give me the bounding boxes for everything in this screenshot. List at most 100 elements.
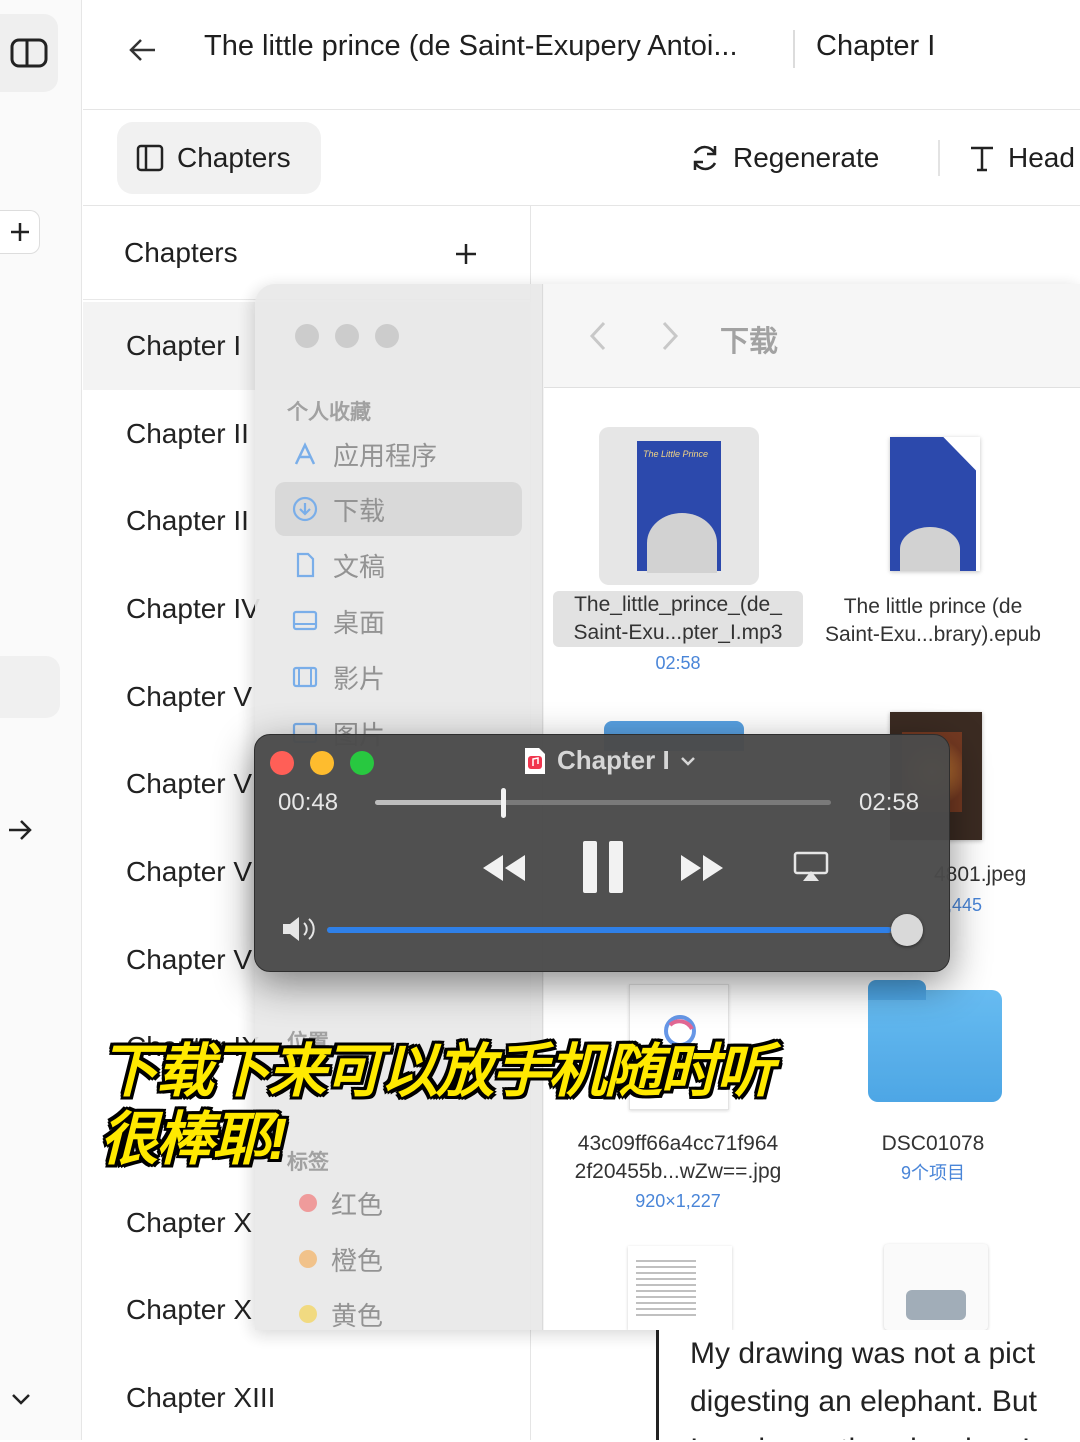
sidebar-item-documents[interactable]: 文稿 bbox=[275, 538, 522, 592]
window-zoom-button[interactable] bbox=[375, 324, 399, 348]
sidebar-toggle-button[interactable] bbox=[0, 14, 58, 92]
tag-label: 红色 bbox=[331, 1189, 384, 1220]
plus-icon bbox=[456, 244, 476, 264]
sidebar-item-label: 文稿 bbox=[333, 551, 386, 582]
reader-line: My drawing was not a pict bbox=[690, 1337, 1036, 1370]
desktop-icon bbox=[292, 610, 318, 631]
scrubber-handle[interactable] bbox=[500, 788, 506, 818]
text-lines-art bbox=[636, 1256, 696, 1316]
toolbar: Chapters Regenerate Head bbox=[83, 110, 1080, 206]
planet-shape bbox=[900, 527, 960, 571]
new-button[interactable] bbox=[0, 210, 40, 254]
chevron-down-icon bbox=[680, 756, 695, 766]
folder-icon[interactable] bbox=[868, 980, 1002, 1102]
caption-line: 下载下来可以放手机随时听 bbox=[100, 1039, 774, 1104]
player-title-menu[interactable]: Chapter I bbox=[523, 745, 696, 776]
back-button[interactable] bbox=[127, 34, 159, 71]
regenerate-button[interactable]: Regenerate bbox=[689, 136, 879, 180]
file-name-line: Saint-Exu...brary).epub bbox=[825, 623, 1041, 646]
file-name[interactable]: The little prince (de Saint-Exu...brary)… bbox=[808, 593, 1058, 649]
chevron-down-icon bbox=[12, 1394, 30, 1405]
reader-content: My drawing was not a pict digesting an e… bbox=[656, 1330, 1080, 1440]
book-title: The little prince (de Saint-Exupery Anto… bbox=[204, 30, 738, 62]
window-close-button[interactable] bbox=[295, 324, 319, 348]
panel-icon bbox=[136, 144, 164, 172]
sidebar-item-label: 桌面 bbox=[333, 607, 386, 638]
file-name[interactable]: 4801.jpeg bbox=[934, 861, 1080, 889]
epub-file-icon[interactable] bbox=[890, 437, 980, 571]
add-chapter-button[interactable] bbox=[454, 242, 478, 271]
video-caption: 下载下来可以放手机随时听 很棒耶! bbox=[100, 1038, 774, 1174]
collapse-button[interactable] bbox=[10, 1388, 32, 1415]
volume-icon bbox=[283, 917, 315, 941]
elapsed-time: 00:48 bbox=[278, 789, 339, 816]
forward-chevron-icon[interactable] bbox=[660, 320, 680, 352]
chapters-tab-button[interactable]: Chapters bbox=[117, 122, 321, 194]
volume-fill bbox=[327, 927, 891, 933]
scrubber-fill bbox=[375, 800, 503, 805]
file-duration: 02:58 bbox=[655, 653, 701, 673]
file-name-line: The_little_prince_(de_ bbox=[574, 593, 782, 616]
book-cover-image: The Little Prince bbox=[637, 441, 721, 573]
tag-dot-icon bbox=[299, 1305, 317, 1323]
disk-image-file[interactable] bbox=[884, 1244, 988, 1330]
chapters-heading: Chapters bbox=[124, 237, 238, 268]
file-dimensions: 920×1,227 bbox=[635, 1191, 721, 1211]
document-thumbnail[interactable] bbox=[628, 1246, 732, 1330]
sidebar-item-label: 影片 bbox=[333, 663, 386, 694]
reader-line: I made another drawing: I bbox=[690, 1426, 1080, 1440]
folder-name[interactable]: DSC01078 bbox=[808, 1130, 1058, 1158]
scrubber-track[interactable] bbox=[375, 788, 831, 818]
sidebar-item-label: 应用程序 bbox=[333, 440, 438, 471]
sidebar-item-movies[interactable]: 影片 bbox=[275, 650, 522, 704]
file-name-line: The little prince (de bbox=[843, 595, 1023, 618]
window-close-button[interactable] bbox=[270, 751, 294, 775]
sidebar-item-desktop[interactable]: 桌面 bbox=[275, 594, 522, 648]
rail-selected-item[interactable] bbox=[0, 656, 60, 718]
caption-line: 很棒耶! bbox=[100, 1107, 287, 1172]
window-minimize-button[interactable] bbox=[335, 324, 359, 348]
tag-dot-icon bbox=[299, 1250, 317, 1268]
sidebar-item-applications[interactable]: 应用程序 bbox=[275, 427, 522, 481]
fast-forward-icon[interactable] bbox=[679, 853, 725, 883]
pause-icon[interactable] bbox=[581, 839, 625, 895]
plus-icon bbox=[10, 223, 29, 241]
film-icon bbox=[292, 666, 318, 688]
rewind-icon[interactable] bbox=[481, 853, 527, 883]
left-rail bbox=[0, 0, 82, 1440]
back-chevron-icon[interactable] bbox=[588, 320, 608, 352]
airplay-icon[interactable] bbox=[793, 851, 829, 883]
tag-label: 橙色 bbox=[331, 1245, 384, 1276]
document-icon bbox=[296, 552, 315, 578]
finder-toolbar: 下载 bbox=[544, 284, 1080, 388]
file-dimensions: ,445 bbox=[947, 895, 983, 915]
expand-button[interactable] bbox=[6, 816, 34, 849]
chapters-tab-label: Chapters bbox=[177, 142, 291, 173]
reader-line: digesting an elephant. But bbox=[690, 1385, 1037, 1418]
tag-orange[interactable]: 橙色 bbox=[275, 1232, 522, 1286]
refresh-icon bbox=[693, 145, 717, 171]
volume-handle[interactable] bbox=[891, 914, 923, 946]
disk-icon bbox=[906, 1290, 966, 1320]
file-thumbnail-selected[interactable]: The Little Prince bbox=[599, 427, 759, 585]
tag-red[interactable]: 红色 bbox=[275, 1176, 522, 1230]
current-chapter-label: Chapter I bbox=[816, 30, 936, 62]
tag-label: 黄色 bbox=[331, 1300, 384, 1331]
sidebar-item-downloads[interactable]: 下载 bbox=[275, 482, 522, 536]
tag-yellow[interactable]: 黄色 bbox=[275, 1287, 522, 1330]
header-divider bbox=[793, 30, 795, 68]
window-minimize-button[interactable] bbox=[310, 751, 334, 775]
cover-title-art: The Little Prince bbox=[643, 449, 709, 459]
text-icon bbox=[971, 146, 993, 172]
volume-slider[interactable] bbox=[327, 914, 923, 946]
player-title: Chapter I bbox=[557, 745, 670, 775]
chapter-item[interactable]: Chapter XIII bbox=[83, 1354, 531, 1442]
tag-dot-icon bbox=[299, 1194, 317, 1212]
heading-button[interactable]: Head bbox=[968, 136, 1075, 180]
download-icon bbox=[292, 496, 318, 522]
header-bar: The little prince (de Saint-Exupery Anto… bbox=[83, 0, 1080, 110]
window-zoom-button[interactable] bbox=[350, 751, 374, 775]
favorites-heading: 个人收藏 bbox=[287, 401, 371, 424]
heading-label: Head bbox=[1008, 142, 1075, 173]
file-name[interactable]: The_little_prince_(de_ Saint-Exu...pter_… bbox=[553, 591, 803, 647]
